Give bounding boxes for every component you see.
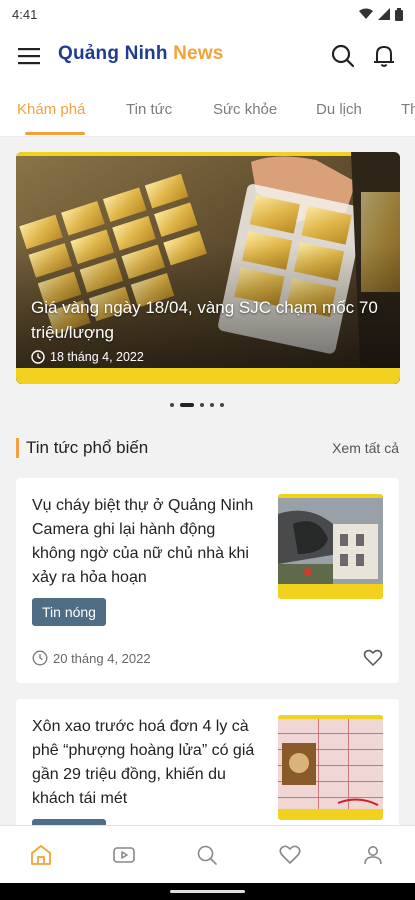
featured-title: Giá vàng ngày 18/04, vàng SJC chạm mốc 7… <box>31 298 378 342</box>
article-title: Vụ cháy biệt thự ở Quảng Ninh Camera ghi… <box>32 497 254 586</box>
profile-icon[interactable] <box>361 843 385 867</box>
video-icon[interactable] <box>112 843 136 867</box>
signal-icon <box>378 8 390 20</box>
gesture-handle[interactable] <box>170 890 245 893</box>
section-accent-bar <box>16 438 19 458</box>
carousel-dot[interactable] <box>210 403 214 407</box>
category-tabs: Khám phá Tin tức Sức khỏe Du lịch Th <box>0 84 415 137</box>
app-bar: Quảng Ninh News <box>0 28 415 84</box>
carousel-dot-active[interactable] <box>180 403 194 407</box>
receipt-photo <box>278 715 383 820</box>
active-tab-indicator <box>25 132 85 135</box>
see-all-link[interactable]: Xem tất cả <box>332 440 399 456</box>
section-title: Tin tức phổ biến <box>26 438 149 457</box>
battery-icon <box>395 7 403 21</box>
system-gesture-bar <box>0 883 415 900</box>
carousel-indicator <box>170 403 224 407</box>
tab-kham-pha[interactable]: Khám phá <box>17 101 85 118</box>
featured-date-text: 18 tháng 4, 2022 <box>50 350 144 364</box>
article-tag[interactable]: Tin nóng <box>32 598 106 626</box>
featured-date: 18 tháng 4, 2022 <box>31 350 144 364</box>
clock-icon <box>32 650 48 666</box>
status-icons <box>359 7 403 21</box>
home-icon[interactable] <box>29 843 53 867</box>
featured-article-card[interactable]: Giá vàng ngày 18/04, vàng SJC chạm mốc 7… <box>16 152 400 384</box>
app-logo: Quảng Ninh News <box>58 43 224 65</box>
search-icon[interactable] <box>330 43 356 69</box>
status-bar: 4:41 <box>0 0 415 28</box>
fire-photo <box>278 494 383 599</box>
carousel-dot[interactable] <box>220 403 224 407</box>
image-source-strip <box>16 368 400 384</box>
heart-icon[interactable] <box>363 648 383 668</box>
article-date: 20 tháng 4, 2022 <box>32 650 151 666</box>
carousel-dot[interactable] <box>170 403 174 407</box>
brand-news: News <box>173 43 224 64</box>
article-thumbnail <box>278 494 383 599</box>
article-thumbnail <box>278 715 383 820</box>
tab-tin-tuc[interactable]: Tin tức <box>126 101 172 118</box>
search-nav-icon[interactable] <box>195 843 219 867</box>
clock-icon <box>31 350 45 364</box>
bell-icon[interactable] <box>371 43 397 69</box>
article-title: Xôn xao trước hoá đơn 4 ly cà phê “phượn… <box>32 718 255 807</box>
tab-suc-khoe[interactable]: Sức khỏe <box>213 101 277 118</box>
carousel-dot[interactable] <box>200 403 204 407</box>
bottom-navigation <box>0 825 415 884</box>
tab-more[interactable]: Th <box>401 101 415 118</box>
article-card[interactable]: Vụ cháy biệt thự ở Quảng Ninh Camera ghi… <box>16 478 399 683</box>
tab-du-lich[interactable]: Du lịch <box>316 101 362 118</box>
wifi-icon <box>359 8 373 19</box>
article-card[interactable]: Xôn xao trước hoá đơn 4 ly cà phê “phượn… <box>16 699 399 847</box>
article-date-text: 20 tháng 4, 2022 <box>53 650 151 666</box>
popular-news-header: Tin tức phổ biến Xem tất cả <box>16 436 399 460</box>
status-time: 4:41 <box>12 6 38 22</box>
heart-nav-icon[interactable] <box>278 843 302 867</box>
brand-name: Quảng Ninh <box>58 43 168 64</box>
menu-icon[interactable] <box>16 44 42 68</box>
